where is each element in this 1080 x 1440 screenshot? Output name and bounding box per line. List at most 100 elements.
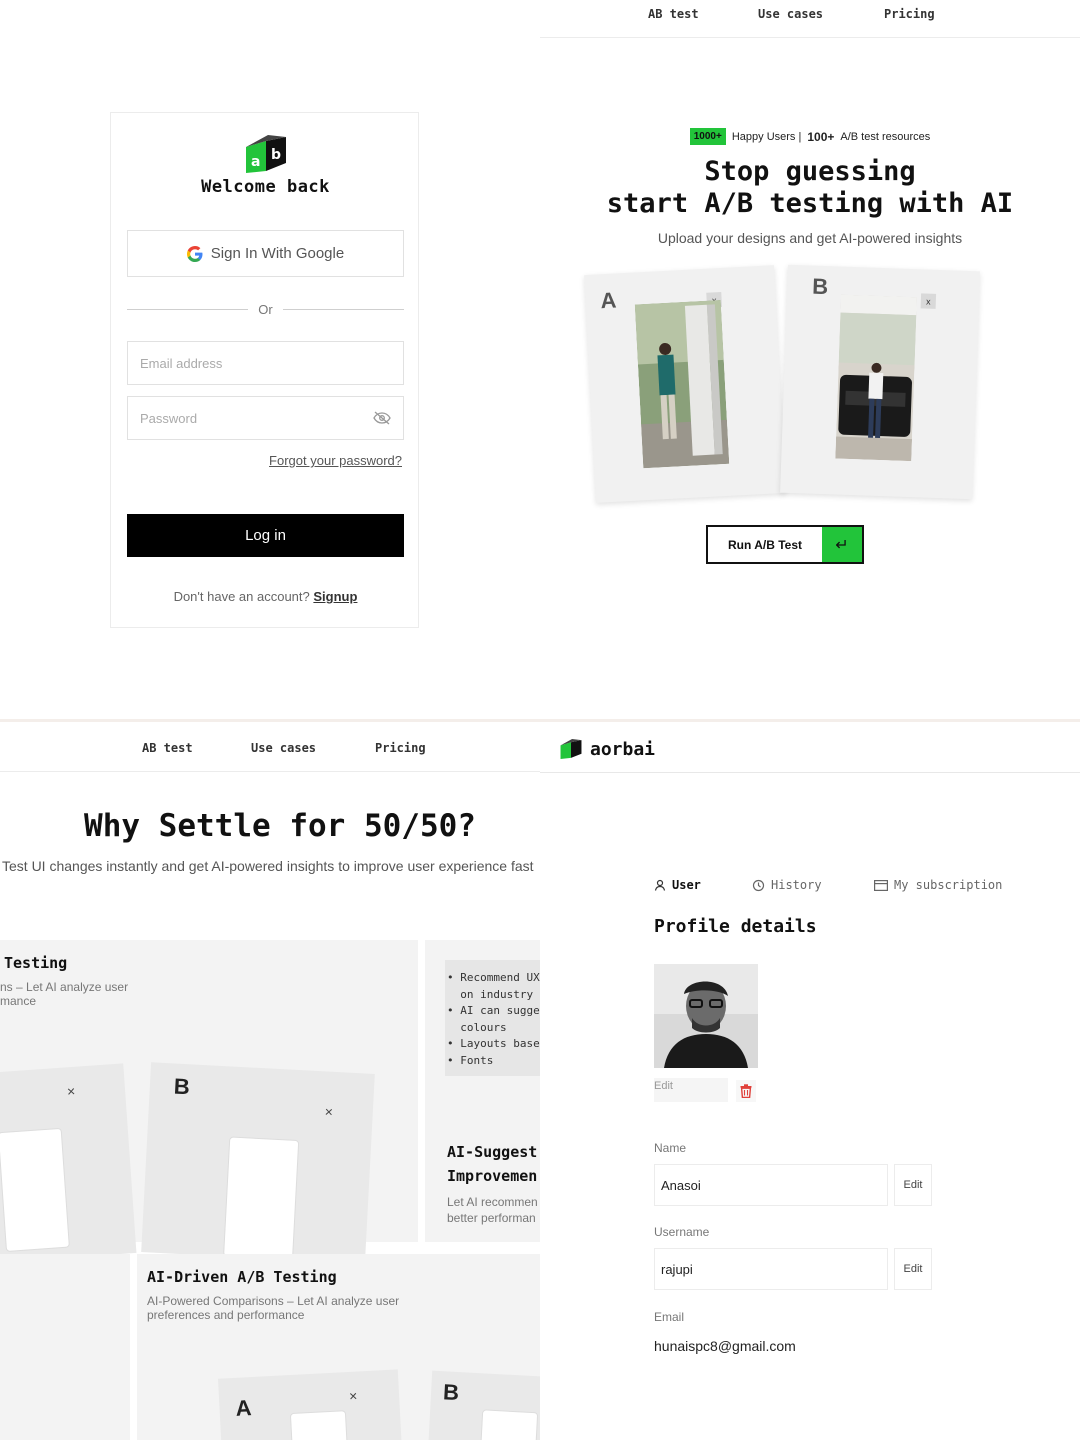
svg-text:a: a bbox=[251, 154, 260, 170]
feature-desc-line1: AI-Powered Comparisons – Let AI analyze … bbox=[147, 1294, 400, 1308]
or-label: Or bbox=[258, 301, 273, 317]
feature-title-line2: Improvemen bbox=[447, 1167, 538, 1185]
aorb-logo-icon: a b bbox=[246, 135, 286, 173]
variant-a-label: A bbox=[234, 1395, 253, 1421]
happy-users-text: Happy Users | bbox=[731, 130, 802, 143]
nav-pricing[interactable]: Pricing bbox=[884, 7, 935, 21]
edit-avatar-button[interactable]: Edit bbox=[654, 1078, 728, 1102]
variant-a-label: A bbox=[599, 287, 618, 314]
nav-use-cases[interactable]: Use cases bbox=[251, 741, 316, 755]
close-icon[interactable]: x bbox=[920, 293, 937, 309]
run-ab-test-label: Run A/B Test bbox=[728, 537, 802, 552]
delete-avatar-button[interactable] bbox=[736, 1080, 756, 1102]
feature-desc: ns – Let AI analyze user mance bbox=[0, 980, 128, 1008]
hero-title-line1: Stop guessing bbox=[704, 156, 916, 187]
or-divider: Or bbox=[127, 299, 405, 319]
svg-text:b: b bbox=[271, 147, 281, 163]
nav-pricing[interactable]: Pricing bbox=[375, 741, 426, 755]
variant-a-photo bbox=[634, 300, 730, 469]
edit-name-button[interactable]: Edit bbox=[894, 1164, 932, 1206]
feature-card-ai-driven: AI-Driven A/B Testing AI-Powered Compari… bbox=[137, 1254, 540, 1440]
variant-b-label: B bbox=[173, 1073, 191, 1100]
bullet-item: on industry t bbox=[460, 987, 540, 1001]
features-subtitle: Test UI changes instantly and get AI-pow… bbox=[2, 858, 534, 874]
bullet-item: • Fonts bbox=[447, 1053, 494, 1067]
hero-title-line2: start A/B testing with AI bbox=[606, 188, 1014, 219]
nav-divider bbox=[0, 771, 540, 772]
nav-ab-test[interactable]: AB test bbox=[648, 7, 699, 21]
bullet-item: • AI can sugges bbox=[447, 1004, 540, 1017]
variant-a-card[interactable]: A x bbox=[584, 265, 786, 503]
avatar[interactable] bbox=[654, 964, 758, 1068]
nav-ab-test[interactable]: AB test bbox=[142, 741, 193, 755]
card-icon bbox=[874, 879, 888, 891]
eye-off-icon[interactable] bbox=[373, 411, 391, 425]
feature-desc-line2: preferences and performance bbox=[147, 1308, 305, 1322]
name-field[interactable]: Anasoi bbox=[654, 1164, 888, 1206]
google-icon bbox=[186, 245, 203, 262]
features-screen: AB test Use cases Pricing Why Settle for… bbox=[0, 722, 540, 1440]
enter-icon: ↵ bbox=[822, 527, 862, 562]
variant-b-preview: B bbox=[425, 1370, 540, 1440]
feature-desc-line2: better performan bbox=[447, 1211, 536, 1225]
variant-b-card[interactable]: B x bbox=[780, 264, 980, 500]
bullet-item: colours bbox=[460, 1020, 507, 1034]
feature-title: Testing bbox=[4, 954, 68, 972]
tab-history[interactable]: History bbox=[752, 878, 822, 892]
tab-subscription[interactable]: My subscription bbox=[874, 878, 1002, 892]
profile-screen: aorbai User History My subscription Prof… bbox=[540, 722, 1080, 1440]
variant-b-label: B bbox=[811, 273, 829, 300]
page-title: Profile details bbox=[654, 916, 817, 937]
username-field[interactable]: rajupi bbox=[654, 1248, 888, 1290]
login-screen: a b Welcome back Sign In With Google Or … bbox=[0, 0, 540, 720]
welcome-title: Welcome back bbox=[201, 177, 330, 197]
feature-desc: AI-Powered Comparisons – Let AI analyze … bbox=[147, 1294, 399, 1322]
password-field[interactable]: Password bbox=[127, 396, 404, 440]
phone-mockup-icon bbox=[479, 1409, 539, 1440]
history-icon bbox=[752, 879, 765, 891]
edit-username-button[interactable]: Edit bbox=[894, 1248, 932, 1290]
social-proof: 1000+ Happy Users | 100+ A/B test resour… bbox=[540, 128, 1080, 145]
feature-desc-line1: ns – Let AI analyze user bbox=[0, 980, 129, 994]
email-field[interactable]: Email address bbox=[127, 341, 404, 385]
email-label: Email bbox=[654, 1310, 685, 1324]
bullet-item: • Recommend UX bbox=[447, 971, 540, 984]
brand-name: aorbai bbox=[590, 738, 656, 760]
variant-b-label: B bbox=[442, 1379, 460, 1406]
brand[interactable]: aorbai bbox=[558, 738, 655, 760]
aorb-logo-icon bbox=[560, 739, 582, 759]
user-icon bbox=[654, 879, 666, 891]
close-icon[interactable]: × bbox=[349, 1388, 358, 1404]
feature-title: AI-Driven A/B Testing bbox=[147, 1268, 337, 1286]
nav-divider bbox=[540, 37, 1080, 38]
resources-count: 100+ bbox=[807, 129, 835, 144]
google-signin-button[interactable]: Sign In With Google bbox=[127, 230, 404, 277]
tab-user[interactable]: User bbox=[654, 878, 701, 892]
run-ab-test-button[interactable]: Run A/B Test ↵ bbox=[706, 525, 864, 564]
login-button[interactable]: Log in bbox=[127, 514, 404, 557]
feature-card-testing: Testing ns – Let AI analyze user mance ×… bbox=[0, 940, 418, 1264]
hero-screen: AB test Use cases Pricing 1000+ Happy Us… bbox=[540, 0, 1080, 720]
feature-bullets: • Recommend UX on industry t • AI can su… bbox=[447, 970, 540, 1069]
email-placeholder: Email address bbox=[140, 355, 223, 371]
hero-subtitle: Upload your designs and get AI-powered i… bbox=[657, 230, 963, 246]
feature-desc-line2: mance bbox=[0, 994, 37, 1008]
close-icon[interactable]: × bbox=[66, 1083, 75, 1100]
variant-b-photo bbox=[835, 294, 917, 462]
resources-label: A/B test resources bbox=[840, 130, 931, 143]
feature-desc-line1: Let AI recommen bbox=[447, 1195, 538, 1209]
password-placeholder: Password bbox=[140, 410, 198, 426]
feature-desc: Let AI recommen better performan bbox=[447, 1194, 538, 1226]
features-title: Why Settle for 50/50? bbox=[84, 808, 476, 844]
signup-row: Don't have an account? Signup bbox=[111, 589, 420, 604]
email-value: hunaispc8@gmail.com bbox=[654, 1338, 796, 1354]
variant-b-preview: B × bbox=[141, 1062, 375, 1264]
forgot-password-link[interactable]: Forgot your password? bbox=[269, 453, 402, 468]
trash-icon bbox=[740, 1084, 752, 1098]
users-badge: 1000+ bbox=[689, 128, 726, 145]
hero-title: Stop guessing start A/B testing with AI bbox=[540, 156, 1080, 220]
feature-title: AI-Suggest Improvemen bbox=[447, 1140, 537, 1188]
close-icon[interactable]: × bbox=[324, 1103, 333, 1119]
nav-use-cases[interactable]: Use cases bbox=[758, 7, 823, 21]
signup-link[interactable]: Signup bbox=[313, 589, 357, 604]
